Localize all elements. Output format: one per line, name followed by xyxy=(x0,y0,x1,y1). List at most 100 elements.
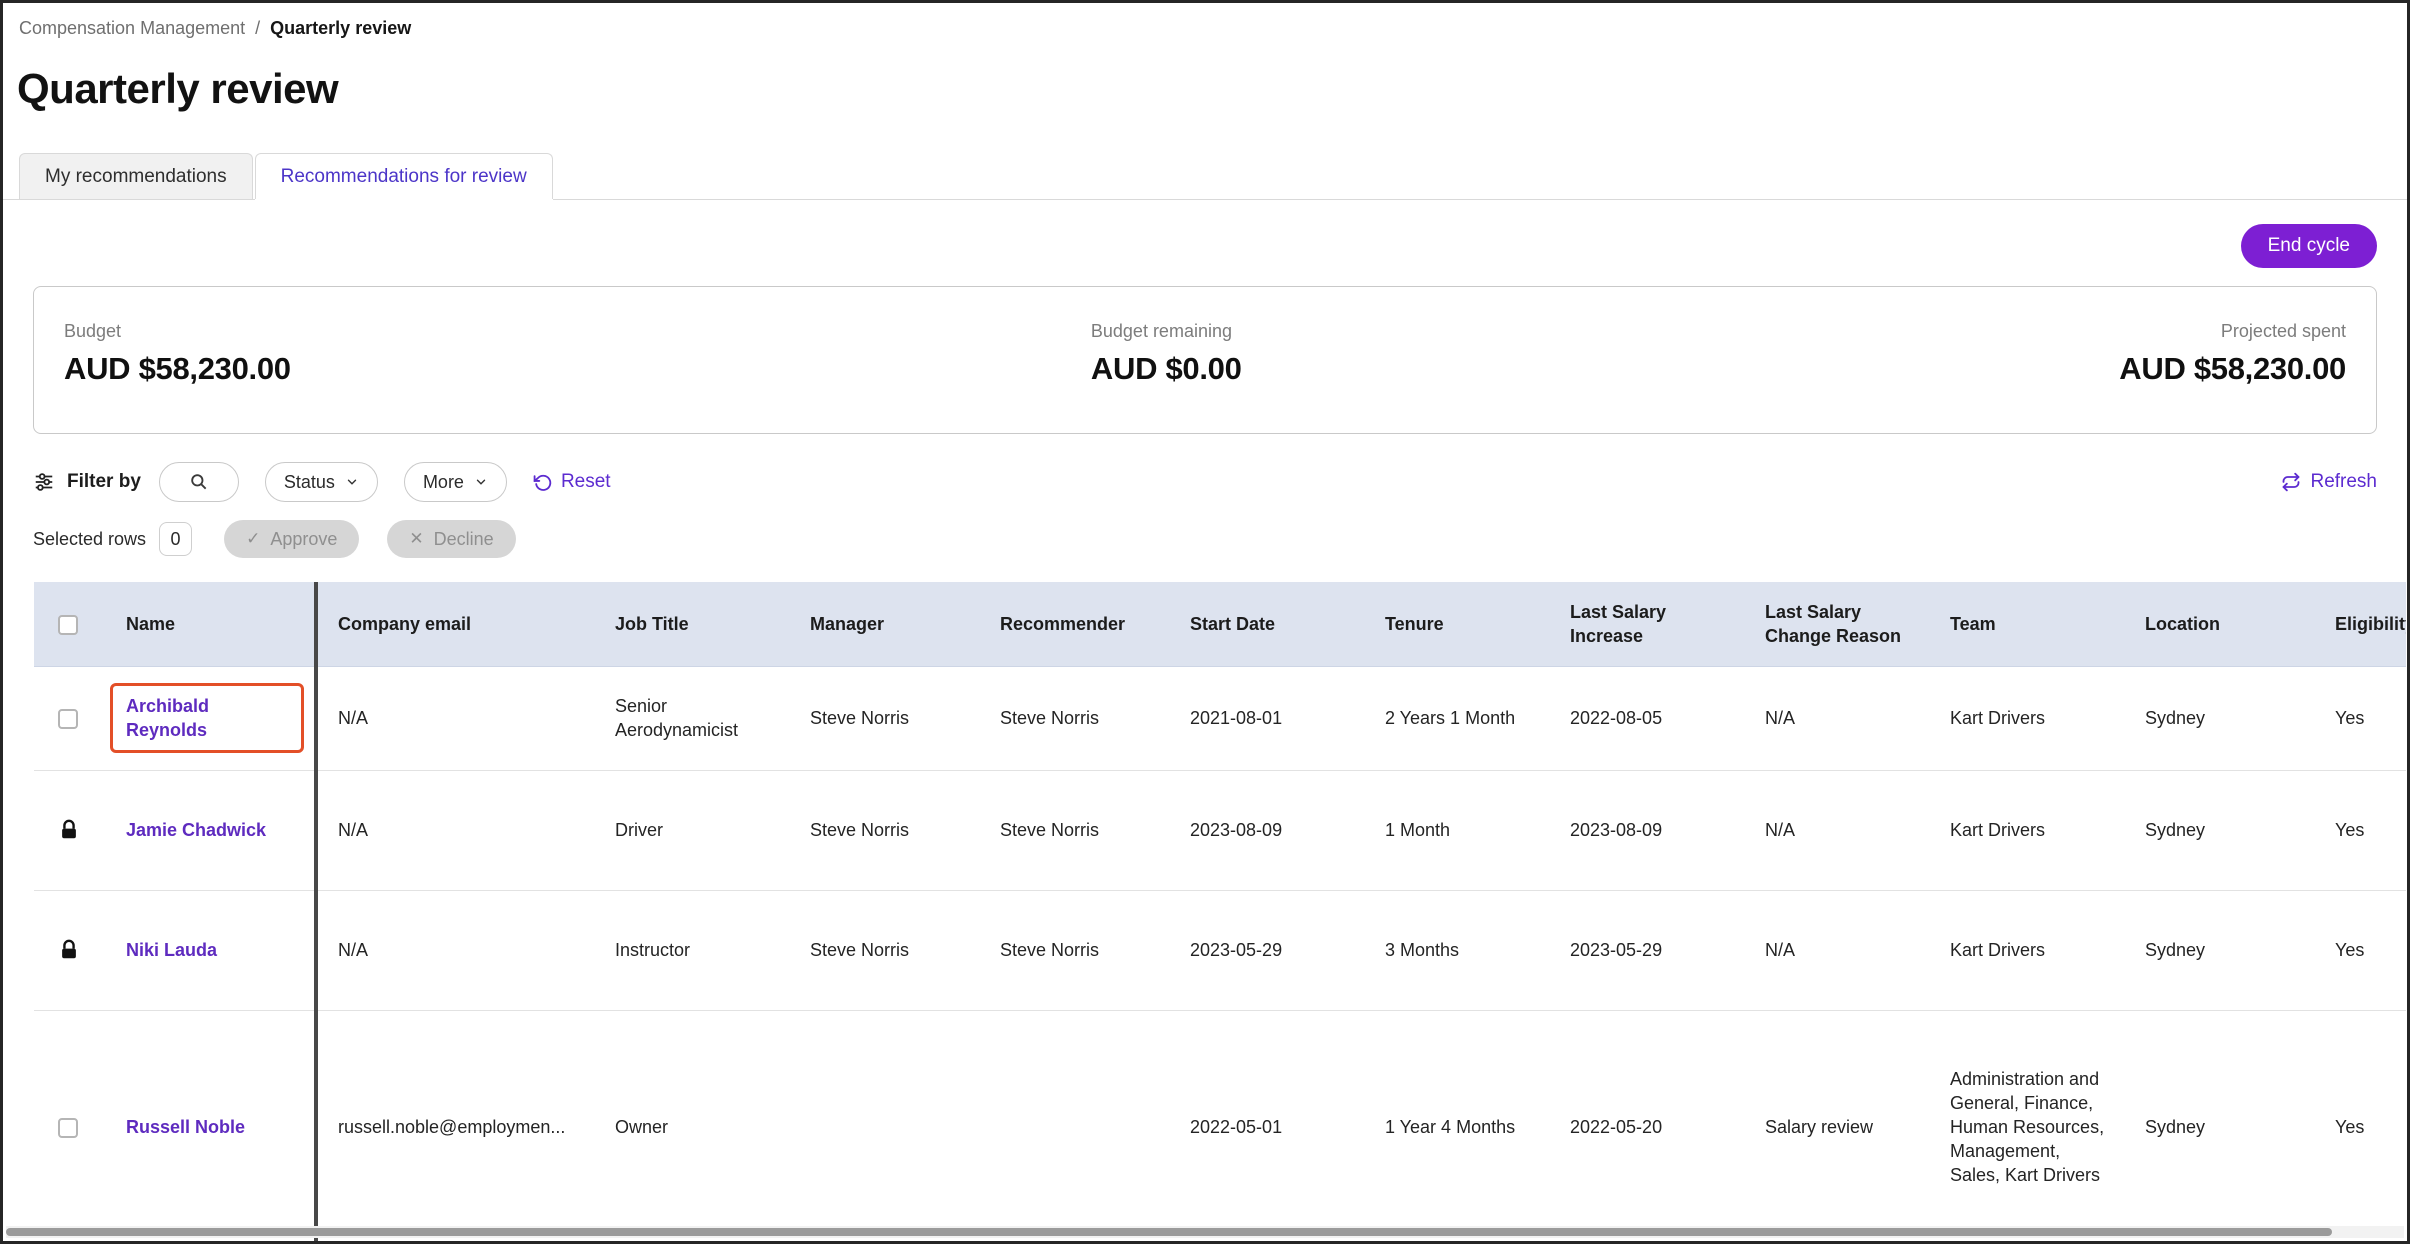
refresh-icon xyxy=(2281,472,2301,492)
row-checkbox[interactable] xyxy=(58,709,78,729)
horizontal-scrollbar-thumb[interactable] xyxy=(6,1228,2332,1236)
column-header-last-salary-change-reason: Last Salary Change Reason xyxy=(1743,582,1928,666)
job-title-cell: Senior Aerodynamicist xyxy=(593,666,788,770)
last-salary-increase-cell: 2023-08-09 xyxy=(1548,770,1743,890)
start-date-cell: 2022-05-01 xyxy=(1168,1010,1363,1242)
breadcrumb: Compensation Management / Quarterly revi… xyxy=(3,3,2407,39)
last-salary-change-reason-cell: N/A xyxy=(1743,890,1928,1010)
recommendations-table: Name Company email Job Title Manager Rec… xyxy=(34,582,2406,1242)
more-filter-dropdown[interactable]: More xyxy=(404,462,507,502)
team-cell: Kart Drivers xyxy=(1928,890,2123,1010)
filter-by-label-group: Filter by xyxy=(33,471,141,493)
start-date-cell: 2023-08-09 xyxy=(1168,770,1363,890)
team-cell: Kart Drivers xyxy=(1928,666,2123,770)
company-email-cell: N/A xyxy=(316,666,593,770)
column-header-location: Location xyxy=(2123,582,2313,666)
tab-recommendations-for-review[interactable]: Recommendations for review xyxy=(255,153,553,199)
location-cell: Sydney xyxy=(2123,890,2313,1010)
eligibility-cell: Yes xyxy=(2313,890,2406,1010)
table-row: Archibald Reynolds N/A Senior Aerodynami… xyxy=(34,666,2406,770)
chevron-down-icon xyxy=(345,475,359,489)
manager-cell: Steve Norris xyxy=(788,666,978,770)
column-header-company-email: Company email xyxy=(316,582,593,666)
recommender-cell xyxy=(978,1010,1168,1242)
search-icon xyxy=(189,472,209,492)
employee-name-link[interactable]: Niki Lauda xyxy=(126,940,217,960)
table-row: Jamie Chadwick N/A Driver Steve Norris S… xyxy=(34,770,2406,890)
budget-stat: Budget AUD $58,230.00 xyxy=(64,319,1091,433)
budget-value: AUD $58,230.00 xyxy=(64,351,1091,387)
reset-filters-button[interactable]: Reset xyxy=(533,471,611,493)
start-date-cell: 2023-05-29 xyxy=(1168,890,1363,1010)
eligibility-cell: Yes xyxy=(2313,1010,2406,1242)
column-header-team: Team xyxy=(1928,582,2123,666)
table-header-row: Name Company email Job Title Manager Rec… xyxy=(34,582,2406,666)
approve-label: Approve xyxy=(270,529,337,550)
column-header-eligibility: Eligibility xyxy=(2313,582,2406,666)
end-cycle-button[interactable]: End cycle xyxy=(2241,224,2377,268)
approve-button[interactable]: ✓ Approve xyxy=(224,520,359,558)
horizontal-scrollbar[interactable] xyxy=(6,1226,2404,1238)
column-header-name: Name xyxy=(104,582,316,666)
company-email-cell: russell.noble@employmen... xyxy=(316,1010,593,1242)
projected-spent-value: AUD $58,230.00 xyxy=(2119,351,2346,387)
eligibility-cell: Yes xyxy=(2313,770,2406,890)
employee-name-link[interactable]: Jamie Chadwick xyxy=(126,820,266,840)
lock-icon xyxy=(58,819,92,841)
job-title-cell: Owner xyxy=(593,1010,788,1242)
team-cell: Kart Drivers xyxy=(1928,770,2123,890)
select-all-checkbox[interactable] xyxy=(58,615,78,635)
selected-rows-count: 0 xyxy=(159,522,192,556)
table-row: Niki Lauda N/A Instructor Steve Norris S… xyxy=(34,890,2406,1010)
last-salary-increase-cell: 2023-05-29 xyxy=(1548,890,1743,1010)
job-title-cell: Instructor xyxy=(593,890,788,1010)
employee-name-link[interactable]: Russell Noble xyxy=(126,1117,245,1137)
last-salary-increase-cell: 2022-05-20 xyxy=(1548,1010,1743,1242)
tenure-cell: 3 Months xyxy=(1363,890,1548,1010)
filter-bar: Filter by Status More xyxy=(33,462,2377,502)
lock-icon xyxy=(58,939,92,961)
manager-cell: Steve Norris xyxy=(788,770,978,890)
company-email-cell: N/A xyxy=(316,890,593,1010)
projected-spent-stat: Projected spent AUD $58,230.00 xyxy=(2119,319,2346,433)
page-title: Quarterly review xyxy=(17,65,2407,113)
manager-cell xyxy=(788,1010,978,1242)
row-checkbox[interactable] xyxy=(58,1118,78,1138)
filter-by-label: Filter by xyxy=(67,471,141,493)
employee-name-link[interactable]: Archibald Reynolds xyxy=(126,696,209,740)
column-header-manager: Manager xyxy=(788,582,978,666)
breadcrumb-parent-link[interactable]: Compensation Management xyxy=(19,17,245,39)
location-cell: Sydney xyxy=(2123,770,2313,890)
breadcrumb-current: Quarterly review xyxy=(270,17,411,39)
last-salary-change-reason-cell: Salary review xyxy=(1743,1010,1928,1242)
quarterly-review-page: Compensation Management / Quarterly revi… xyxy=(0,0,2410,1244)
decline-button[interactable]: ✕ Decline xyxy=(387,520,515,558)
tenure-cell: 1 Year 4 Months xyxy=(1363,1010,1548,1242)
breadcrumb-separator: / xyxy=(255,17,260,39)
column-header-last-salary-increase: Last Salary Increase xyxy=(1548,582,1743,666)
last-salary-change-reason-cell: N/A xyxy=(1743,770,1928,890)
tenure-cell: 2 Years 1 Month xyxy=(1363,666,1548,770)
pinned-column-divider[interactable] xyxy=(314,582,318,1242)
tab-my-recommendations[interactable]: My recommendations xyxy=(19,153,253,199)
status-filter-dropdown[interactable]: Status xyxy=(265,462,378,502)
job-title-cell: Driver xyxy=(593,770,788,890)
tab-bar: My recommendations Recommendations for r… xyxy=(3,153,2407,200)
x-icon: ✕ xyxy=(409,529,423,549)
refresh-button[interactable]: Refresh xyxy=(2281,471,2377,493)
refresh-label: Refresh xyxy=(2310,471,2377,493)
last-salary-change-reason-cell: N/A xyxy=(1743,666,1928,770)
column-header-recommender: Recommender xyxy=(978,582,1168,666)
team-cell: Administration and General, Finance, Hum… xyxy=(1928,1010,2123,1242)
projected-spent-label: Projected spent xyxy=(2119,319,2346,343)
search-button[interactable] xyxy=(159,462,239,502)
selected-rows-label: Selected rows xyxy=(33,529,146,550)
budget-remaining-label: Budget remaining xyxy=(1091,319,2119,343)
column-header-start-date: Start Date xyxy=(1168,582,1363,666)
reset-icon xyxy=(533,473,552,492)
click-target-highlight: Archibald Reynolds xyxy=(110,683,304,753)
manager-cell: Steve Norris xyxy=(788,890,978,1010)
tenure-cell: 1 Month xyxy=(1363,770,1548,890)
recommender-cell: Steve Norris xyxy=(978,890,1168,1010)
chevron-down-icon xyxy=(474,475,488,489)
